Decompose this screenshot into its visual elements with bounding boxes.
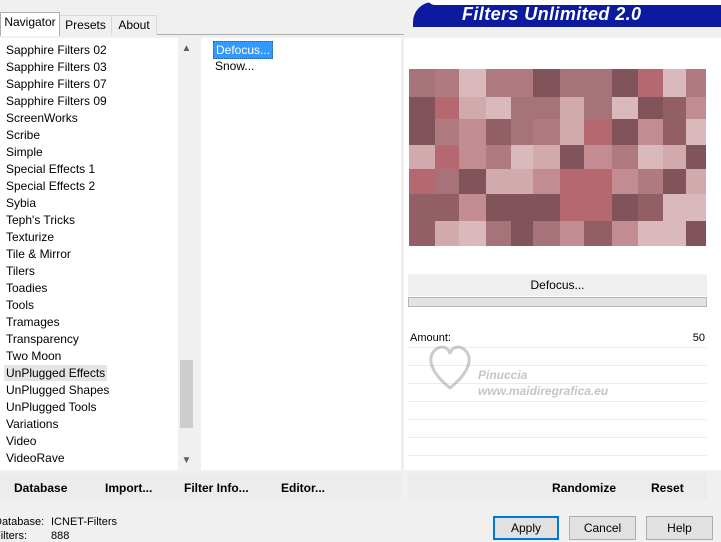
category-item[interactable]: Sapphire Filters 03 xyxy=(6,59,107,75)
randomize-button[interactable]: Randomize xyxy=(552,481,616,495)
filters-count-value: 888 xyxy=(51,530,70,542)
category-item[interactable]: UnPlugged Shapes xyxy=(6,382,109,398)
category-item[interactable]: Two Moon xyxy=(6,348,61,364)
category-item[interactable]: UnPlugged Effects xyxy=(4,365,108,381)
reset-button[interactable]: Reset xyxy=(651,481,684,495)
filter-item[interactable]: Defocus... xyxy=(213,41,274,59)
filter-name-bar: Defocus... xyxy=(408,274,707,296)
banner-title: Filters Unlimited 2.0 xyxy=(462,4,642,24)
filter-info-button[interactable]: Filter Info... xyxy=(184,481,249,495)
editor-button[interactable]: Editor... xyxy=(281,481,325,495)
category-item[interactable]: ScreenWorks xyxy=(6,110,78,126)
tab-presets[interactable]: Presets xyxy=(59,15,112,35)
left-button-bar: Database Import... Filter Info... Editor… xyxy=(0,473,402,499)
right-button-bar: Randomize Reset xyxy=(408,473,707,499)
watermark-heart-icon xyxy=(429,345,471,390)
filter-name-label: Defocus... xyxy=(530,278,585,292)
database-button[interactable]: Database xyxy=(14,481,67,495)
category-item[interactable]: Tools xyxy=(6,297,34,313)
filters-count-label: Filters: xyxy=(0,530,27,542)
filter-list[interactable]: Defocus... Snow... xyxy=(201,38,401,470)
category-item[interactable]: Tile & Mirror xyxy=(6,246,71,262)
tab-about[interactable]: About xyxy=(111,15,157,35)
category-item[interactable]: Sapphire Filters 07 xyxy=(6,76,107,92)
filter-item[interactable]: Snow... xyxy=(213,58,256,74)
watermark-name: Pinuccia xyxy=(478,368,528,382)
category-item[interactable]: Simple xyxy=(6,144,43,160)
category-item[interactable]: Sapphire Filters 02 xyxy=(6,42,107,58)
category-item[interactable]: Sapphire Filters 09 xyxy=(6,93,107,109)
category-item[interactable]: Teph's Tricks xyxy=(6,212,75,228)
scrollbar-thumb[interactable] xyxy=(180,360,193,428)
category-item[interactable]: Toadies xyxy=(6,280,47,296)
category-item[interactable]: Texturize xyxy=(6,229,54,245)
database-label: Database: xyxy=(0,516,45,528)
category-item[interactable]: Scribe xyxy=(6,127,40,143)
cancel-button[interactable]: Cancel xyxy=(569,516,636,540)
help-button[interactable]: Help xyxy=(646,516,713,540)
category-scrollbar[interactable]: ▲ ▼ xyxy=(178,38,195,470)
category-item[interactable]: Transparency xyxy=(6,331,79,347)
scroll-down-icon[interactable]: ▼ xyxy=(178,452,195,469)
database-value: ICNET-Filters xyxy=(51,516,117,528)
import-button[interactable]: Import... xyxy=(105,481,152,495)
scroll-up-icon[interactable]: ▲ xyxy=(178,40,195,57)
category-item[interactable]: UnPlugged Tools xyxy=(6,399,97,415)
category-item[interactable]: Sybia xyxy=(6,195,36,211)
preview-progress-bar xyxy=(408,297,707,307)
category-item[interactable]: VideoRave xyxy=(6,450,65,466)
category-item[interactable]: Special Effects 1 xyxy=(6,161,95,177)
preview-image xyxy=(409,69,706,246)
watermark-url: www.maidiregrafica.eu xyxy=(478,384,609,398)
amount-value[interactable]: 50 xyxy=(693,332,705,344)
category-item[interactable]: Tramages xyxy=(6,314,60,330)
category-item[interactable]: Tilers xyxy=(6,263,35,279)
tab-navigator[interactable]: Navigator xyxy=(0,12,60,36)
category-item[interactable]: Variations xyxy=(6,416,58,432)
category-list[interactable]: Sapphire Filters 02 Sapphire Filters 03 Sa… xyxy=(0,38,178,470)
category-item[interactable]: Special Effects 2 xyxy=(6,178,95,194)
apply-button[interactable]: Apply xyxy=(493,516,559,540)
category-item[interactable]: Video xyxy=(6,433,36,449)
